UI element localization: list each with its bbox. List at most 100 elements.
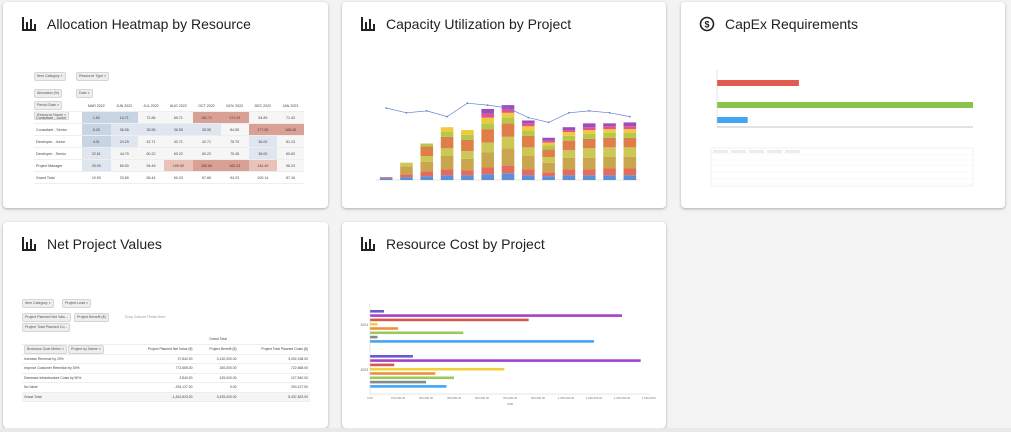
card-net-project-values[interactable]: Net Project Values Item Category × Proje…: [3, 222, 328, 428]
heatmap-table: MAR 2022 JUN 2022 JUL 2022 AUG 2022 OCT …: [34, 100, 304, 184]
total-cell: 58.44: [137, 171, 165, 184]
stacked-bar-segment: [481, 129, 494, 143]
x-tick-label: 300,000.00: [419, 396, 433, 400]
line-point: [628, 115, 631, 118]
bar-chart-icon: [361, 17, 375, 31]
line-point: [527, 116, 530, 119]
heatmap-cell: 36.55: [164, 123, 193, 136]
stacked-bar-segment: [420, 156, 434, 162]
total-cell: 67.66: [192, 171, 221, 184]
stacked-bar-segment: [623, 175, 637, 180]
cost-bar: [370, 355, 413, 358]
heatmap-cell: 36.00: [248, 147, 277, 160]
card-resource-cost[interactable]: Resource Cost by Project 2024 2023 0.00 150…: [342, 222, 666, 428]
table-cell: 294,127.00: [238, 382, 310, 393]
stacked-bar-segment: [562, 175, 576, 180]
line-point: [486, 104, 489, 107]
stacked-bar-segment: [481, 167, 494, 175]
capex-table-frame: [710, 147, 974, 187]
card-capacity-utilization[interactable]: Capacity Utilization by Project: [342, 2, 666, 208]
stacked-bar-segment: [582, 175, 596, 180]
column-header: Project Total Planned Costs ($): [238, 344, 310, 355]
capex-table-chip: [749, 150, 764, 153]
stacked-bar-segment: [603, 156, 616, 169]
heatmap-row: Consultant - Senior 6.25 36.55 35.55 36.55 35…: [34, 123, 304, 136]
table-row: Improve Customer Retention by 50% 772,665…: [22, 363, 310, 374]
stacked-bar-segment: [562, 140, 576, 151]
stacked-bar-segment: [440, 169, 454, 176]
stacked-bar-segment: [481, 142, 494, 153]
stacked-bar-segment: [603, 175, 616, 180]
heatmap-thumbnail: Item Category × Resource Type × Allocati…: [32, 69, 305, 189]
heatmap-cell: 60.83: [276, 147, 304, 160]
stacked-bar-segment: [440, 127, 454, 132]
column-header-row: Business Goal Metric × Project by Name ×…: [22, 344, 310, 355]
stacked-bar-segment: [623, 137, 637, 148]
cost-bar: [370, 335, 378, 339]
cost-bar: [370, 322, 378, 326]
heatmap-cell: 29.00: [82, 159, 111, 172]
stacked-bar-segment: [481, 152, 494, 168]
stacked-bar-segment: [562, 169, 576, 176]
row-label: Developer - Senior: [34, 147, 82, 160]
total-cell: 94.23: [220, 171, 249, 184]
filter-chip: Resource Type ×: [76, 72, 110, 81]
x-tick-label: 1,050,000.00: [558, 396, 575, 400]
x-tick-label: 900,000.00: [531, 396, 545, 400]
column-header: MAR 2022: [82, 100, 111, 112]
filter-chip: Allocation (%): [34, 89, 63, 98]
bar-chart-icon: [22, 17, 36, 31]
cost-bar: [370, 314, 622, 317]
row-label: Increase Revenue by 20%: [22, 354, 126, 364]
heatmap-cell: 36.00: [248, 135, 277, 148]
heatmap-cell: 44.79: [110, 147, 138, 160]
table-cell: 722,665.00: [238, 363, 310, 374]
heatmap-cell: 177.55: [248, 123, 277, 136]
cost-bar: [370, 376, 454, 380]
stacked-bar-segment: [623, 156, 637, 169]
total-cell: 33.89: [110, 171, 138, 184]
row-label: Developer - Junior: [34, 135, 82, 148]
stacked-bar-segment: [400, 174, 413, 178]
filter-chip: Project Lead ×: [62, 299, 92, 308]
table-cell: 3,130,000.00: [194, 354, 239, 364]
table-cell: 772,665.00: [126, 363, 195, 374]
filter-chip: Date ×: [76, 89, 93, 98]
stacked-bar-segment: [400, 162, 413, 167]
table-row: No Value -294,127.00 0.00 294,127.00: [22, 382, 310, 393]
card-title: Allocation Heatmap by Resource: [21, 16, 251, 32]
heatmap-header-row: MAR 2022 JUN 2022 JUL 2022 AUG 2022 OCT …: [34, 100, 304, 112]
stacked-bar-segment: [400, 166, 413, 175]
row-label: Improve Customer Retention by 50%: [22, 363, 126, 374]
table-total-row: Grand Total -1,810,823.00 3,435,000.00 5,43…: [22, 392, 310, 402]
x-tick-label: 1,200,000.00: [586, 396, 603, 400]
heatmap-cell: 96.23: [276, 159, 304, 172]
stacked-bar-segment: [562, 130, 576, 132]
card-allocation-heatmap[interactable]: Allocation Heatmap by Resource Item Cate…: [3, 2, 328, 208]
total-cell: 10.90: [82, 171, 111, 184]
stacked-bar-segment: [461, 139, 474, 152]
row-label: Grand Total: [22, 392, 126, 402]
stacked-bar-segment: [461, 130, 474, 135]
stacked-bar-segment: [542, 156, 555, 163]
filter-chip: Project Benefit ($): [74, 313, 109, 322]
table-cell: -294,127.00: [126, 382, 195, 393]
stacked-bar-segment: [481, 113, 494, 118]
heatmap-cell: 144.40: [248, 159, 277, 172]
heatmap-cell: 42.71: [192, 135, 221, 148]
resource-cost-chart: 2024 2023 0.00 150,000.00 300,000.00 450,000.…: [360, 304, 656, 406]
x-axis-label: USD: [507, 402, 514, 406]
stacked-bar-segment: [623, 132, 637, 138]
stacked-bar-segment: [562, 150, 576, 158]
heatmap-cell: 75.70: [220, 135, 249, 148]
bar-chart-icon: [361, 237, 375, 251]
card-capex-requirements[interactable]: $ CapEx Requirements: [681, 2, 1005, 208]
stacked-bar-segment: [481, 174, 494, 180]
stacked-bar-segment: [461, 175, 474, 180]
stacked-bar-segment: [582, 133, 596, 139]
stacked-bar-segment: [501, 165, 515, 174]
stacked-bar-segment: [501, 117, 515, 124]
line-point: [405, 111, 408, 114]
table-row: Increase Revenue by 20% 37,842.00 3,130,00…: [22, 354, 310, 364]
stacked-bar-segment: [440, 175, 454, 180]
